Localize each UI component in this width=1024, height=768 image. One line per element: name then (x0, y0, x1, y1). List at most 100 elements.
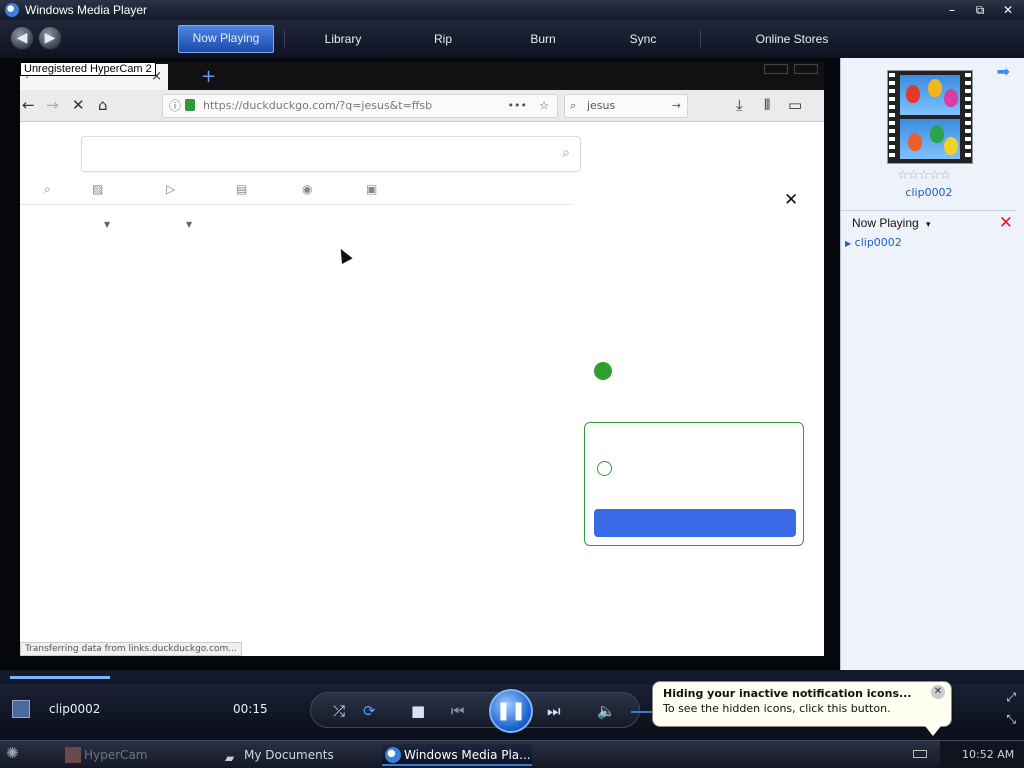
lock-icon (185, 99, 195, 111)
shopping-icon[interactable]: ▣ (366, 182, 377, 196)
shuffle-icon[interactable]: ⤮ (333, 702, 345, 720)
videos-icon[interactable]: ▷ (166, 182, 175, 196)
tab-sync[interactable]: Sync (614, 25, 672, 53)
bookmark-star-icon[interactable]: ☆ (539, 95, 549, 117)
time-dropdown-icon[interactable]: ▼ (186, 220, 192, 229)
cta-button[interactable] (594, 509, 796, 537)
browser-minimize-icon[interactable] (764, 64, 788, 74)
back-arrow-icon[interactable]: ← (22, 96, 35, 114)
nav-bar: ◀ ▶ Now Playing Library Rip Burn Sync On… (0, 20, 1024, 58)
duckduckgo-page: ⌕ ⌕ ▨ ▷ ▤ ◉ ▣ ▼ ▼ ✕ (20, 122, 824, 656)
clip-thumbnail-icon (12, 700, 30, 718)
clock[interactable]: 10:52 AM (962, 748, 1014, 761)
search-go-icon[interactable]: → (672, 95, 681, 117)
taskbar-item-hypercam[interactable]: HyperCam (62, 744, 212, 766)
previous-button[interactable]: ⏮ (451, 702, 465, 720)
stop-icon[interactable]: ✕ (72, 96, 85, 114)
expand-arrow-icon[interactable]: ➡ (997, 62, 1010, 81)
now-playing-dropdown[interactable]: Now Playing ▾ (852, 216, 931, 230)
mini-mode-icon[interactable]: ⤡ (1006, 712, 1016, 727)
clear-list-icon[interactable]: ✕ (999, 213, 1013, 233)
url-text: https://duckduckgo.com/?q=jesus&t=ffsb (203, 99, 433, 112)
title-bar: Windows Media Player – ⧉ ✕ (0, 0, 1024, 20)
tab-separator (700, 30, 701, 48)
browser-status-text: Transferring data from links.duckduckgo.… (20, 642, 242, 656)
pause-button[interactable]: ❚❚ (489, 689, 533, 733)
balloon-icon (944, 137, 958, 155)
balloon-icon (906, 85, 920, 103)
close-button[interactable]: ✕ (996, 2, 1020, 18)
album-clip-name[interactable]: clip0002 (841, 186, 1017, 199)
album-art (887, 70, 973, 164)
web-search-icon[interactable]: ⌕ (44, 182, 51, 197)
radio-option[interactable] (597, 461, 612, 476)
sidebar-icon[interactable]: ▭ (788, 96, 802, 114)
taskbar-item-label: My Documents (244, 748, 334, 762)
film-frame (900, 119, 960, 159)
rating-stars[interactable]: ☆☆☆☆☆ (897, 168, 951, 183)
tab-rip[interactable]: Rip (418, 25, 468, 53)
back-button[interactable]: ◀ (10, 26, 34, 50)
now-playing-list-title: Now Playing (852, 216, 919, 230)
search-icon[interactable]: ⌕ (562, 145, 570, 161)
region-dropdown-icon[interactable]: ▼ (104, 220, 110, 229)
stop-button[interactable]: ■ (411, 702, 425, 720)
ddg-search-input[interactable]: ⌕ (81, 136, 581, 172)
browser-search-input[interactable]: ⌕ jesus → (564, 94, 688, 118)
balloon-icon (928, 79, 942, 97)
new-tab-icon[interactable]: + (201, 66, 216, 87)
chevron-down-icon: ▾ (926, 219, 931, 229)
fullscreen-icon[interactable]: ⤢ (1006, 690, 1016, 705)
browser-toolbar: ← → ✕ ⌂ ⓘ https://duckduckgo.com/?q=jesu… (20, 90, 824, 122)
start-button[interactable]: ✺ (6, 744, 38, 766)
folder-icon: ▰ (225, 751, 235, 765)
next-button[interactable]: ⏭ (547, 702, 561, 720)
info-icon[interactable]: ⓘ (169, 95, 181, 117)
notification-balloon: Hiding your inactive notification icons.… (652, 681, 952, 736)
forward-button[interactable]: ▶ (38, 26, 62, 50)
seek-progress (10, 676, 110, 679)
list-item-label: clip0002 (854, 236, 902, 249)
balloon-close-icon[interactable]: ✕ (931, 685, 945, 699)
list-item[interactable]: ▶ clip0002 (845, 236, 902, 249)
images-icon[interactable]: ▨ (92, 182, 103, 196)
home-icon[interactable]: ⌂ (98, 96, 108, 114)
tab-separator (284, 30, 285, 48)
browser-window-buttons (764, 64, 818, 74)
download-icon[interactable]: ⤓ (736, 96, 743, 114)
close-icon[interactable]: ✕ (784, 190, 798, 210)
mute-icon[interactable]: 🔈 (597, 702, 616, 720)
balloon-icon (908, 133, 922, 151)
page-actions-icon[interactable]: ••• (508, 95, 527, 117)
restore-button[interactable]: ⧉ (968, 2, 992, 18)
media-player-icon (385, 747, 401, 763)
minimize-button[interactable]: – (940, 2, 964, 18)
library-icon[interactable]: ⫴ (764, 96, 770, 114)
tab-burn[interactable]: Burn (514, 25, 572, 53)
maps-icon[interactable]: ◉ (302, 182, 312, 196)
browser-restore-icon[interactable] (794, 64, 818, 74)
taskbar-item-my-documents[interactable]: ▰ My Documents (222, 744, 372, 766)
hypercam-icon (65, 747, 81, 763)
balloon-icon (944, 89, 958, 107)
balloon-tail (925, 726, 941, 736)
tab-online-stores[interactable]: Online Stores (740, 25, 844, 53)
repeat-icon[interactable]: ⟳ (363, 702, 376, 720)
forward-arrow-icon[interactable]: → (46, 96, 59, 114)
windows-taskbar: ✺ HyperCam ▰ My Documents Windows Media … (0, 740, 1024, 768)
keyboard-icon[interactable] (913, 750, 927, 758)
screen: Windows Media Player – ⧉ ✕ ◀ ▶ Now Playi… (0, 0, 1024, 768)
news-icon[interactable]: ▤ (236, 182, 247, 196)
tab-library[interactable]: Library (310, 25, 376, 53)
browser-search-value: jesus (587, 99, 616, 112)
url-input[interactable]: ⓘ https://duckduckgo.com/?q=jesus&t=ffsb… (162, 94, 558, 118)
filter-divider (20, 204, 572, 205)
taskbar-item-label: Windows Media Pla... (404, 748, 531, 762)
status-dot (594, 362, 612, 380)
captured-browser: jesus at DuckDuckGo × + Unregistered Hyp… (20, 62, 824, 656)
play-indicator-icon: ▶ (845, 239, 852, 248)
tab-now-playing[interactable]: Now Playing (178, 25, 274, 53)
taskbar-item-media-player[interactable]: Windows Media Pla... (382, 744, 532, 766)
elapsed-time: 00:15 (233, 702, 268, 716)
balloon-icon (930, 125, 944, 143)
